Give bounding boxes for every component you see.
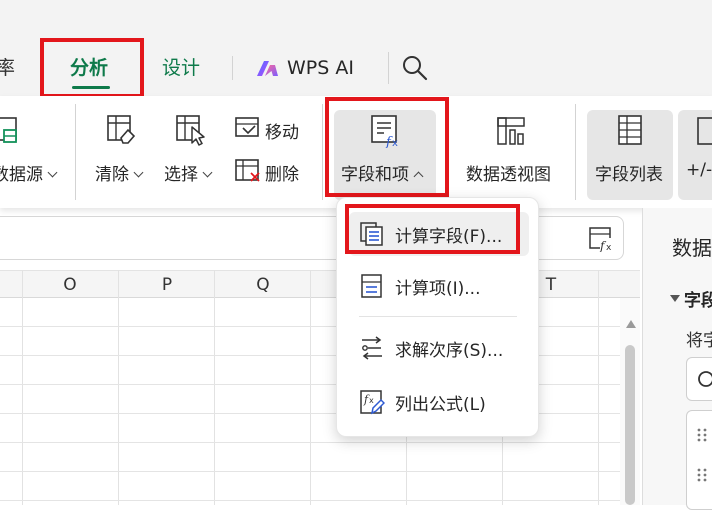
field-list — [686, 410, 712, 510]
menu-item-label: 计算项(I)... — [395, 278, 481, 299]
search-icon — [698, 371, 712, 387]
grid-line — [310, 270, 311, 505]
change-data-source-icon[interactable] — [0, 116, 20, 146]
ribbon-divider — [75, 104, 76, 200]
highlight-fields-items — [325, 97, 449, 197]
grid-line — [22, 270, 23, 505]
solve-order-icon — [362, 336, 382, 360]
menu-item-list-formulas[interactable]: f x 列出公式(L) — [349, 380, 529, 424]
collapse-triangle-icon[interactable] — [670, 293, 680, 303]
data-source-label: 数据源 — [0, 165, 43, 185]
expand-collapse-icon — [697, 117, 712, 145]
panel-section-label: 字段 — [684, 291, 712, 311]
expand-collapse-label: +/- — [686, 160, 712, 180]
search-icon[interactable] — [401, 54, 429, 82]
column-header-q[interactable]: Q — [253, 275, 273, 295]
svg-text:x: x — [369, 396, 374, 405]
chevron-down-icon — [133, 167, 144, 178]
field-list-icon — [618, 115, 642, 145]
grid-line — [0, 471, 620, 472]
calculated-item-icon — [361, 274, 382, 298]
highlight-analyze-tab — [40, 38, 144, 98]
grid-line — [0, 500, 620, 501]
column-header-p[interactable]: P — [157, 275, 177, 295]
clear-icon[interactable] — [106, 114, 136, 146]
data-source-button[interactable]: 数据源 — [0, 160, 58, 185]
tab-divider — [232, 56, 233, 80]
clear-button[interactable]: 清除 — [95, 160, 144, 185]
menu-item-calculated-item[interactable]: 计算项(I)... — [349, 264, 529, 308]
menu-item-solve-order[interactable]: 求解次序(S)... — [349, 326, 529, 370]
column-header-o[interactable]: O — [60, 275, 80, 295]
move-button[interactable]: 移动 — [265, 118, 299, 143]
menu-divider — [359, 316, 517, 317]
pivot-chart-button[interactable]: 数据透视图 — [466, 160, 551, 185]
select-icon[interactable] — [175, 114, 207, 146]
menu-item-label: 求解次序(S)... — [395, 340, 504, 361]
grid-line — [214, 270, 215, 505]
chevron-down-icon — [47, 167, 58, 178]
ribbon-divider — [575, 104, 576, 200]
tab-divider — [388, 52, 389, 84]
ribbon-divider — [322, 104, 323, 200]
grid-line — [118, 270, 119, 505]
svg-text:x: x — [606, 243, 612, 252]
tab-partial[interactable]: 率 — [0, 54, 15, 82]
wps-ai-logo-icon — [257, 61, 278, 76]
panel-title: 数据 — [672, 236, 712, 260]
drag-handle-icon[interactable] — [697, 467, 707, 483]
tab-wps-ai[interactable]: WPS AI — [256, 54, 354, 82]
scroll-up-icon[interactable] — [626, 320, 636, 328]
insert-function-icon[interactable]: f x — [588, 226, 616, 252]
delete-pivot-icon[interactable] — [234, 158, 262, 184]
field-search-input[interactable] — [686, 357, 712, 401]
select-button[interactable]: 选择 — [164, 160, 213, 185]
field-list-label: 字段列表 — [595, 165, 663, 185]
panel-hint: 将字 — [686, 331, 712, 351]
select-label: 选择 — [164, 165, 198, 185]
chevron-down-icon — [202, 167, 213, 178]
menu-item-label: 列出公式(L) — [395, 394, 486, 415]
clear-label: 清除 — [95, 165, 129, 185]
grid-line — [598, 270, 599, 505]
delete-button[interactable]: 删除 — [265, 160, 299, 185]
list-formulas-icon: f x — [360, 390, 385, 415]
drag-handle-icon[interactable] — [697, 427, 707, 443]
scrollbar-thumb[interactable] — [625, 345, 635, 505]
column-header-t[interactable]: T — [541, 275, 561, 295]
highlight-calculated-field — [345, 204, 520, 254]
column-header-row: O P Q T — [0, 270, 640, 298]
move-icon[interactable] — [234, 116, 262, 140]
tab-design[interactable]: 设计 — [162, 54, 200, 82]
pivot-chart-icon[interactable] — [496, 116, 528, 146]
grid-line — [0, 442, 620, 443]
tab-wps-ai-label: WPS AI — [287, 57, 354, 79]
